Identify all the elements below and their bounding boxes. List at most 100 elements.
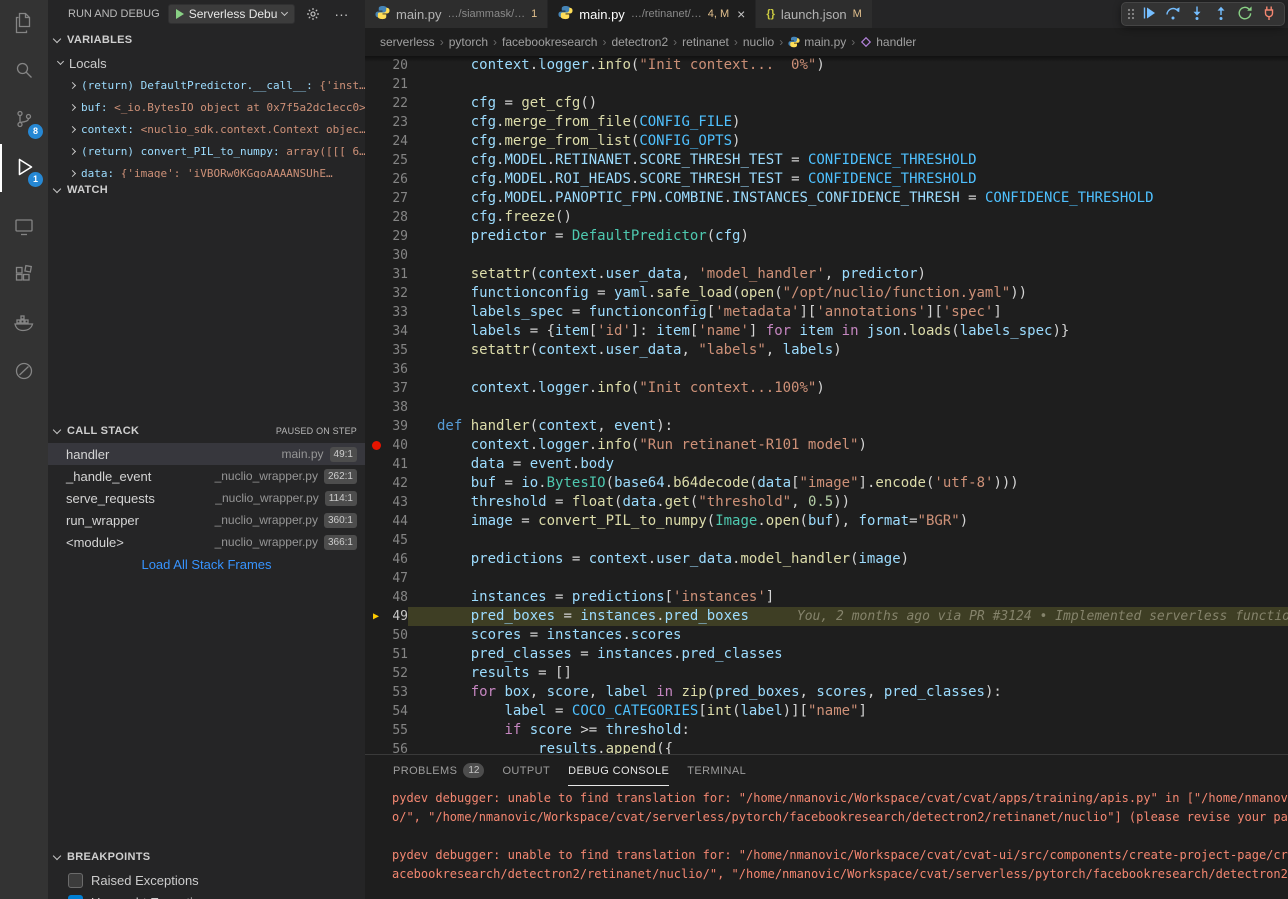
breakpoint-margin[interactable]: ▶ [365,607,387,626]
breakpoint-margin[interactable] [365,208,387,227]
breakpoint-margin[interactable] [365,75,387,94]
breakpoint-margin[interactable] [365,721,387,740]
stack-frame-handler[interactable]: handlermain.py49:1 [48,443,365,465]
drag-handle-icon[interactable] [1125,3,1137,25]
stack-frame-serve_requests[interactable]: serve_requests_nuclio_wrapper.py114:1 [48,487,365,509]
panel-tab-debug-console[interactable]: DEBUG CONSOLE [568,755,669,786]
continue-button[interactable] [1137,3,1161,25]
breadcrumb-item-serverless[interactable]: serverless [380,35,435,49]
breakpoint-margin[interactable] [365,683,387,702]
breakpoint-margin[interactable] [365,436,387,455]
breakpoint-margin[interactable] [365,132,387,151]
breadcrumb-item-handler[interactable]: handler [860,35,916,49]
breakpoint-margin[interactable] [365,322,387,341]
breakpoint-row[interactable]: Uncaught Exceptions [48,891,365,899]
breadcrumb-item-facebookresearch[interactable]: facebookresearch [502,35,597,49]
activity-item-explorer[interactable] [0,0,48,48]
variable-row[interactable]: (return) convert_PIL_to_numpy: array([[[… [48,140,365,162]
breakpoint-margin[interactable] [365,56,387,75]
breakpoint-margin[interactable] [365,94,387,113]
code-line-55: 55 if score >= threshold: [365,721,1288,740]
breakpoint-margin[interactable] [365,246,387,265]
activity-item-search[interactable] [0,48,48,96]
json-icon: {} [766,8,775,20]
breakpoint-margin[interactable] [365,170,387,189]
breakpoint-margin[interactable] [365,265,387,284]
line-number: 27 [387,189,408,208]
breakpoint-margin[interactable] [365,379,387,398]
breadcrumb-item-nuclio[interactable]: nuclio [743,35,774,49]
callstack-section-header[interactable]: CALL STACK PAUSED ON STEP [48,419,365,443]
panel-tab-problems[interactable]: PROBLEMS12 [393,755,484,786]
panel-tab-output[interactable]: OUTPUT [502,755,550,786]
gear-icon[interactable] [303,4,323,24]
activity-item-extensions[interactable] [0,252,48,300]
breakpoint-margin[interactable] [365,493,387,512]
activity-item-docker[interactable] [0,300,48,348]
breakpoint-margin[interactable] [365,474,387,493]
watch-section-header[interactable]: WATCH [48,178,365,202]
activity-item-source-control[interactable]: 8 [0,96,48,144]
breakpoint-margin[interactable] [365,189,387,208]
breakpoint-margin[interactable] [365,284,387,303]
line-number: 54 [387,702,408,721]
breakpoint-margin[interactable] [365,455,387,474]
variables-section-header[interactable]: VARIABLES [48,28,365,52]
checkbox[interactable] [68,895,83,899]
breadcrumb-item-retinanet[interactable]: retinanet [682,35,729,49]
breakpoints-section-header[interactable]: BREAKPOINTS [48,845,365,869]
stack-frame-<module>[interactable]: <module>_nuclio_wrapper.py366:1 [48,531,365,553]
editor-tab-launch.json[interactable]: {}launch.jsonM [756,0,873,28]
breakpoint-margin[interactable] [365,151,387,170]
variable-row[interactable]: buf: <_io.BytesIO object at 0x7f5a2dc1ec… [48,96,365,118]
code-text: label = COCO_CATEGORIES[int(label)]["nam… [408,702,1288,721]
start-debugging-icon[interactable] [176,9,184,19]
breakpoint-icon[interactable] [372,441,381,450]
breakpoint-margin[interactable] [365,341,387,360]
tab-label: launch.json [781,7,847,22]
activity-item-remote-explorer[interactable] [0,204,48,252]
restart-button[interactable] [1233,3,1257,25]
breakpoint-margin[interactable] [365,417,387,436]
stack-frame-_handle_event[interactable]: _handle_event_nuclio_wrapper.py262:1 [48,465,365,487]
panel-tab-terminal[interactable]: TERMINAL [687,755,746,786]
breakpoint-margin[interactable] [365,740,387,754]
breadcrumb-item-detectron2[interactable]: detectron2 [611,35,668,49]
breadcrumb-item-main.py[interactable]: main.py [788,35,846,49]
breakpoint-margin[interactable] [365,113,387,132]
variable-row[interactable]: context: <nuclio_sdk.context.Context obj… [48,118,365,140]
stack-frame-run_wrapper[interactable]: run_wrapper_nuclio_wrapper.py360:1 [48,509,365,531]
variable-row[interactable]: (return) DefaultPredictor.__call__: {'in… [48,74,365,96]
variable-row[interactable]: data: {'image': 'iVBORw0KGgoAAAANSUhE… [48,162,365,178]
breakpoint-margin[interactable] [365,702,387,721]
activity-item-live-share[interactable] [0,348,48,396]
breakpoint-margin[interactable] [365,227,387,246]
breakpoint-margin[interactable] [365,303,387,322]
breakpoint-margin[interactable] [365,550,387,569]
step-over-button[interactable] [1161,3,1185,25]
editor-tab-main.py[interactable]: main.py…/retinanet/…4, M× [548,0,756,28]
breakpoint-margin[interactable] [365,512,387,531]
breakpoint-row[interactable]: Raised Exceptions [48,869,365,891]
disconnect-button[interactable] [1257,3,1281,25]
breadcrumb-item-pytorch[interactable]: pytorch [449,35,488,49]
breakpoint-margin[interactable] [365,645,387,664]
editor-tab-main.py[interactable]: main.py…/siammask/…1 [365,0,548,28]
activity-item-run-and-debug[interactable]: 1 [0,144,48,192]
breakpoint-margin[interactable] [365,588,387,607]
breakpoint-margin[interactable] [365,531,387,550]
chevron-right-icon [69,103,76,110]
variables-scope-locals[interactable]: Locals [48,52,365,74]
debug-config-dropdown[interactable]: Serverless Debu [168,4,296,24]
breakpoint-margin[interactable] [365,360,387,379]
load-all-stack-frames-link[interactable]: Load All Stack Frames [48,553,365,575]
breakpoint-margin[interactable] [365,664,387,683]
more-actions-icon[interactable]: ··· [331,4,351,24]
checkbox[interactable] [68,873,83,888]
breakpoint-margin[interactable] [365,569,387,588]
breakpoint-margin[interactable] [365,398,387,417]
step-into-button[interactable] [1185,3,1209,25]
close-icon[interactable]: × [737,6,745,22]
step-out-button[interactable] [1209,3,1233,25]
breakpoint-margin[interactable] [365,626,387,645]
